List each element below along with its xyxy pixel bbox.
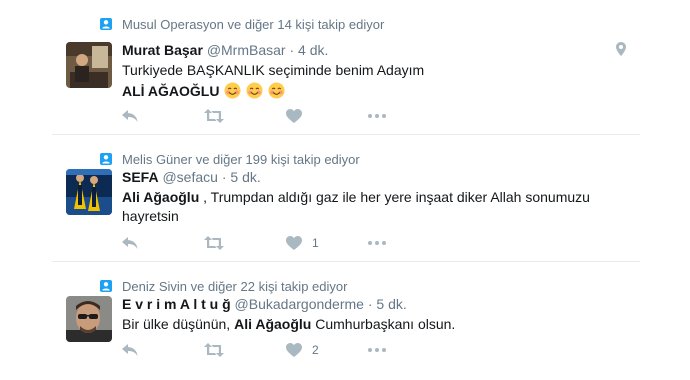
display-name[interactable]: E v r i m A l t u ğ (122, 296, 231, 312)
tweet-text-line: ALİ AĞAOĞLU (122, 82, 602, 101)
like-button[interactable]: 2 (286, 342, 368, 358)
reply-button[interactable] (122, 108, 204, 124)
tweet-header: SEFA @sefacu · 5 dk. (122, 169, 261, 185)
tweet-text: Bir ülke düşünün, Ali Ağaoğlu Cumhurbaşk… (122, 315, 602, 334)
tweet[interactable]: Deniz Sivin ve diğer 22 kişi takip ediyo… (52, 262, 640, 380)
more-dots-icon (368, 348, 386, 352)
smiling-face-emoji (268, 82, 285, 99)
user-handle[interactable]: @sefacu (162, 169, 217, 185)
person-follow-icon (100, 18, 112, 30)
heart-icon (286, 236, 302, 250)
reply-button[interactable] (122, 235, 204, 251)
reply-icon (122, 237, 138, 249)
location-pin-icon[interactable] (616, 42, 626, 61)
tweet[interactable]: Musul Operasyon ve diğer 14 kişi takip e… (52, 0, 640, 135)
smiling-face-emoji (224, 82, 241, 99)
heart-icon (286, 109, 302, 123)
tweet-text-post: Cumhurbaşkanı olsun. (311, 316, 456, 332)
tweet-text: Ali Ağaoğlu , Trumpdan aldığı gaz ile he… (122, 188, 602, 226)
tweet-text-rest: , Trumpdan aldığı gaz ile her yere inşaa… (199, 189, 590, 205)
tweet-context: Melis Güner ve diğer 199 kişi takip ediy… (100, 151, 360, 167)
like-button[interactable]: 1 (286, 235, 368, 251)
retweet-icon (204, 343, 224, 357)
tweet-text-pre: Bir ülke düşünün, (122, 316, 235, 332)
display-name[interactable]: SEFA (122, 169, 159, 185)
avatar[interactable] (66, 42, 112, 88)
tweet-actions: 1 (122, 235, 386, 251)
context-text: Deniz Sivin ve diğer 22 kişi takip ediyo… (122, 278, 348, 294)
tweet-text-bold: ALİ AĞAOĞLU (122, 83, 220, 99)
reply-icon (122, 344, 138, 356)
tweet-actions: 2 (122, 342, 386, 358)
context-text: Musul Operasyon ve diğer 14 kişi takip e… (122, 16, 385, 32)
tweet-text-line: hayretsin (122, 208, 179, 224)
retweet-icon (204, 236, 224, 250)
like-count: 2 (312, 343, 319, 357)
person-follow-icon (100, 153, 112, 165)
retweet-button[interactable] (204, 235, 286, 251)
tweet-text-line: Bir ülke düşünün, Ali Ağaoğlu Cumhurbaşk… (122, 315, 602, 334)
context-text: Melis Güner ve diğer 199 kişi takip ediy… (122, 151, 360, 167)
more-button[interactable] (368, 235, 386, 251)
retweet-button[interactable] (204, 342, 286, 358)
like-count: 1 (312, 236, 319, 250)
tweet-time[interactable]: 5 dk. (376, 296, 406, 312)
tweet-text-line: Turkiyede BAŞKANLIK seçiminde benim Aday… (122, 62, 425, 78)
tweet-header: E v r i m A l t u ğ @Bukadargonderme · 5… (122, 296, 407, 312)
tweet-text-line: Ali Ağaoğlu , Trumpdan aldığı gaz ile he… (122, 188, 602, 207)
user-handle[interactable]: @MrmBasar (207, 42, 286, 58)
heart-icon (286, 343, 302, 357)
tweet-time[interactable]: 4 dk. (298, 42, 328, 58)
more-button[interactable] (368, 108, 386, 124)
smiling-face-emoji (246, 82, 263, 99)
display-name[interactable]: Murat Başar (122, 42, 203, 58)
tweet-text-bold: Ali Ağaoğlu (234, 316, 312, 332)
tweet-actions (122, 108, 386, 124)
reply-button[interactable] (122, 342, 204, 358)
avatar[interactable] (66, 169, 112, 215)
tweet-text-bold: Ali Ağaoğlu (122, 189, 200, 205)
avatar[interactable] (66, 296, 112, 342)
tweet-context: Deniz Sivin ve diğer 22 kişi takip ediyo… (100, 278, 347, 294)
separator-dot: · (289, 42, 295, 58)
more-button[interactable] (368, 342, 386, 358)
tweet-time[interactable]: 5 dk. (230, 169, 260, 185)
tweet-header: Murat Başar @MrmBasar · 4 dk. (122, 42, 328, 58)
timeline: Musul Operasyon ve diğer 14 kişi takip e… (52, 0, 640, 380)
separator-dot: · (221, 169, 227, 185)
person-follow-icon (100, 280, 112, 292)
retweet-button[interactable] (204, 108, 286, 124)
user-handle[interactable]: @Bukadargonderme (235, 296, 364, 312)
tweet-context: Musul Operasyon ve diğer 14 kişi takip e… (100, 16, 384, 32)
more-dots-icon (368, 241, 386, 245)
like-button[interactable] (286, 108, 368, 124)
tweet-text: Turkiyede BAŞKANLIK seçiminde benim Aday… (122, 61, 602, 101)
retweet-icon (204, 109, 224, 123)
emoji-group (223, 82, 285, 99)
tweet[interactable]: Melis Güner ve diğer 199 kişi takip ediy… (52, 135, 640, 262)
reply-icon (122, 110, 138, 122)
more-dots-icon (368, 114, 386, 118)
separator-dot: · (367, 296, 373, 312)
